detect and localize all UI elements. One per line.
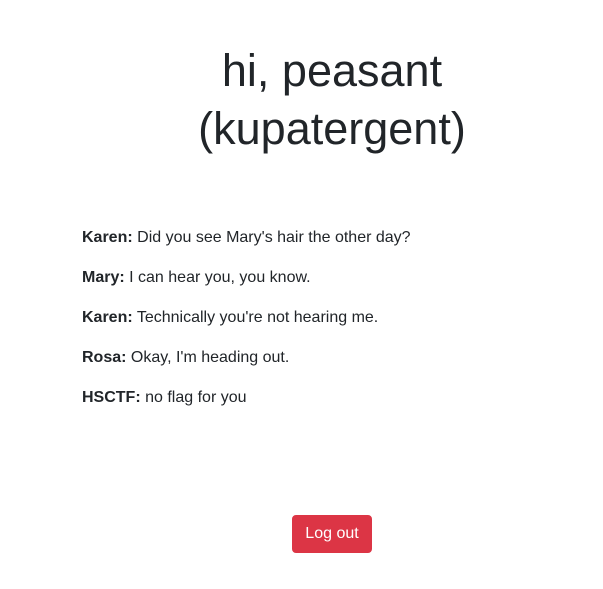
message-speaker: Karen: — [82, 309, 133, 326]
message-item: Karen: Technically you're not hearing me… — [82, 306, 562, 330]
message-speaker: Karen: — [82, 229, 133, 246]
page-title: hi, peasant (kupatergent) — [120, 42, 544, 158]
page: hi, peasant (kupatergent) Karen: Did you… — [0, 0, 603, 589]
message-item: Karen: Did you see Mary's hair the other… — [82, 226, 562, 250]
message-text: Technically you're not hearing me. — [136, 309, 379, 326]
message-text: I can hear you, you know. — [129, 269, 311, 286]
logout-button[interactable]: Log out — [292, 515, 372, 553]
message-item: HSCTF: no flag for you — [82, 386, 562, 410]
message-text: Did you see Mary's hair the other day? — [137, 229, 411, 246]
greeting-line: hi, peasant — [221, 45, 443, 96]
message-speaker: Mary: — [82, 269, 125, 286]
message-speaker: HSCTF: — [82, 389, 141, 406]
message-speaker: Rosa: — [82, 349, 127, 366]
message-list: Karen: Did you see Mary's hair the other… — [82, 226, 562, 426]
message-text: Okay, I'm heading out. — [130, 349, 290, 366]
message-item: Mary: I can hear you, you know. — [82, 266, 562, 290]
message-text: no flag for you — [145, 389, 247, 406]
message-item: Rosa: Okay, I'm heading out. — [82, 346, 562, 370]
username-line: (kupatergent) — [198, 103, 466, 154]
